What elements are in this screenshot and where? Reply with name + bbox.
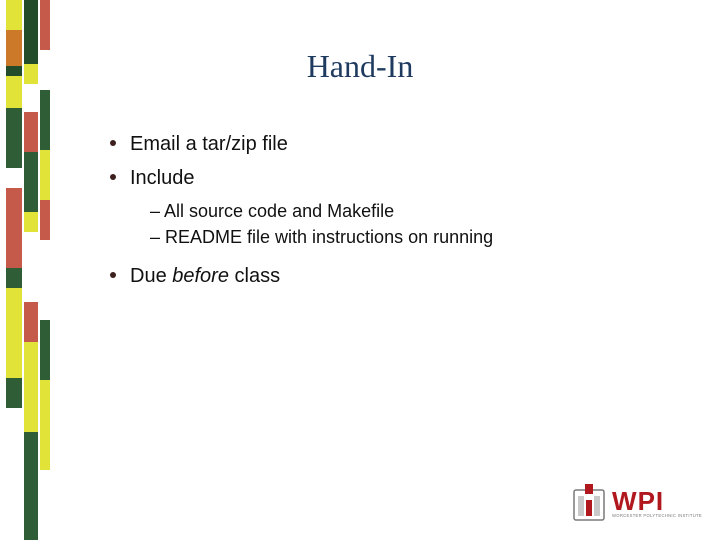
wpi-seal-icon	[572, 482, 606, 524]
stripe-deco	[40, 470, 50, 540]
wpi-logo-text: WPI	[612, 489, 702, 513]
stripe-deco	[40, 0, 50, 50]
sub-list: – All source code and Makefile – README …	[150, 198, 670, 250]
stripe-deco	[24, 152, 38, 212]
sub-bullet-text: – README file with instructions on runni…	[150, 224, 670, 250]
stripe-deco	[24, 84, 38, 112]
wpi-logo-subtext: WORCESTER POLYTECHNIC INSTITUTE	[612, 513, 702, 518]
sub-bullet-text: – All source code and Makefile	[150, 198, 670, 224]
stripe-deco	[6, 168, 22, 188]
stripe-deco	[40, 320, 50, 380]
stripe-deco	[40, 90, 50, 150]
stripe-deco	[6, 408, 22, 540]
stripe-deco	[40, 240, 50, 320]
bullet-text-part: class	[229, 265, 280, 287]
bullet-text: Email a tar/zip file	[130, 130, 288, 158]
stripe-deco	[6, 108, 22, 168]
slide-title: Hand-In	[0, 48, 720, 85]
wpi-logo: WPI WORCESTER POLYTECHNIC INSTITUTE	[572, 482, 702, 524]
stripe-deco	[24, 232, 38, 302]
bullet-text-italic: before	[172, 265, 229, 287]
bullet-item: Include	[110, 164, 670, 192]
stripe-deco	[40, 380, 50, 470]
stripe-deco	[24, 112, 38, 152]
stripe-deco	[6, 378, 22, 408]
bullet-item: Due before class	[110, 262, 670, 290]
bullet-text: Include	[130, 164, 195, 192]
bullet-dot-icon	[110, 272, 116, 278]
stripe-deco	[6, 0, 22, 30]
wpi-logo-text-block: WPI WORCESTER POLYTECHNIC INSTITUTE	[612, 489, 702, 518]
stripe-deco	[24, 432, 38, 540]
stripe-deco	[40, 150, 50, 200]
bullet-text: Due before class	[130, 262, 280, 290]
stripe-deco	[6, 188, 22, 268]
stripe-deco	[24, 302, 38, 342]
stripe-deco	[24, 342, 38, 432]
stripe-deco	[6, 288, 22, 378]
slide-body: Email a tar/zip file Include – All sourc…	[110, 130, 670, 296]
bullet-text-part: Due	[130, 265, 172, 287]
bullet-dot-icon	[110, 140, 116, 146]
bullet-item: Email a tar/zip file	[110, 130, 670, 158]
stripe-deco	[6, 268, 22, 288]
stripe-deco	[40, 200, 50, 240]
stripe-deco	[24, 212, 38, 232]
bullet-dot-icon	[110, 174, 116, 180]
